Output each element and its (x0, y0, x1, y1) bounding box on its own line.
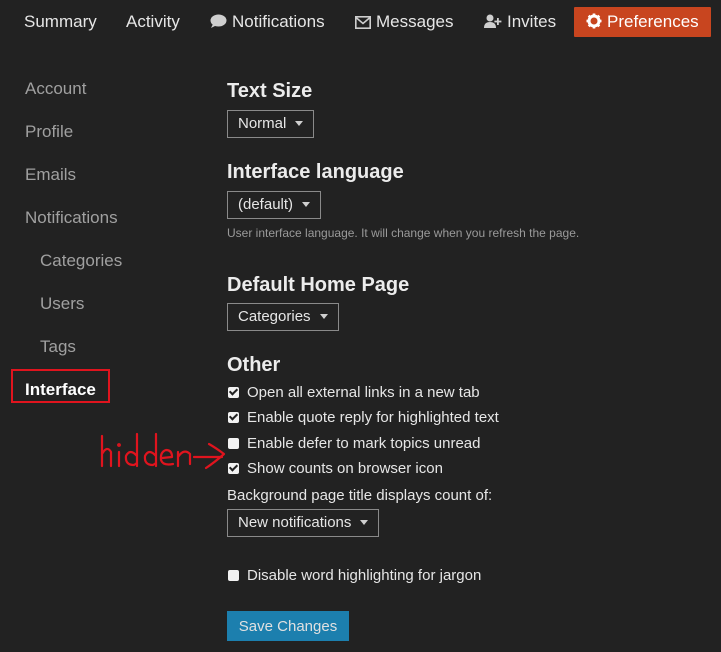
caret-down-icon (302, 202, 311, 207)
nav-summary[interactable]: Summary (24, 7, 97, 37)
checkbox-label: Disable word highlighting for jargon (247, 567, 482, 584)
language-value: (default) (238, 196, 294, 213)
sidebar-item-profile[interactable]: Profile (25, 122, 73, 142)
language-hint: User interface language. It will change … (227, 226, 580, 240)
home-page-heading: Default Home Page (227, 274, 410, 296)
nav-notifications[interactable]: Notifications (210, 7, 325, 37)
checkbox-row-external-links[interactable]: Open all external links in a new tab (228, 384, 480, 401)
title-count-label: Background page title displays count of: (227, 487, 493, 504)
checkbox-checked[interactable] (228, 412, 239, 423)
nav-activity-label: Activity (126, 12, 180, 31)
checkbox-label: Enable quote reply for highlighted text (247, 409, 499, 426)
nav-invites[interactable]: Invites (484, 7, 556, 37)
home-page-value: Categories (238, 308, 311, 325)
checkbox-unchecked[interactable] (228, 570, 239, 581)
checkbox-label: Show counts on browser icon (247, 460, 443, 477)
nav-summary-label: Summary (24, 12, 97, 31)
text-size-heading: Text Size (227, 80, 313, 102)
caret-down-icon (360, 520, 369, 525)
sidebar-item-categories[interactable]: Categories (40, 251, 122, 271)
checkbox-row-jargon[interactable]: Disable word highlighting for jargon (228, 567, 481, 584)
nav-messages-label: Messages (376, 12, 454, 31)
checkbox-row-quote-reply[interactable]: Enable quote reply for highlighted text (228, 409, 499, 426)
envelope-icon (355, 16, 371, 29)
sidebar-item-notifications[interactable]: Notifications (25, 208, 118, 228)
checkbox-checked[interactable] (228, 387, 239, 398)
hidden-annotation-drawing (100, 432, 226, 470)
title-count-select[interactable]: New notifications (227, 509, 380, 537)
handwritten-annotation (98, 430, 230, 477)
checkbox-row-browser-icon-counts[interactable]: Show counts on browser icon (228, 460, 443, 477)
nav-preferences[interactable]: Preferences (574, 7, 711, 37)
nav-preferences-label: Preferences (607, 12, 699, 31)
top-nav: Summary Activity Notifications Messages … (0, 0, 721, 46)
caret-down-icon (295, 121, 304, 126)
checkbox-label: Open all external links in a new tab (247, 384, 480, 401)
checkbox-row-defer-unread[interactable]: Enable defer to mark topics unread (228, 435, 480, 452)
sidebar-item-users[interactable]: Users (40, 294, 84, 314)
title-count-value: New notifications (238, 514, 352, 531)
checkbox-label: Enable defer to mark topics unread (247, 435, 481, 452)
other-heading: Other (227, 354, 281, 376)
gear-icon (586, 13, 602, 29)
nav-activity[interactable]: Activity (126, 7, 180, 37)
home-page-select[interactable]: Categories (227, 303, 339, 331)
text-size-select[interactable]: Normal (227, 110, 315, 138)
save-changes-button[interactable]: Save Changes (227, 611, 349, 641)
language-heading: Interface language (227, 161, 404, 183)
text-size-value: Normal (238, 115, 287, 132)
user-plus-icon (484, 14, 502, 28)
language-select[interactable]: (default) (227, 191, 322, 219)
sidebar-item-tags[interactable]: Tags (40, 337, 76, 357)
caret-down-icon (319, 314, 328, 319)
comment-icon (210, 14, 227, 28)
sidebar-item-emails[interactable]: Emails (25, 165, 76, 185)
nav-notifications-label: Notifications (232, 12, 325, 31)
nav-messages[interactable]: Messages (355, 7, 453, 37)
sidebar-item-account[interactable]: Account (25, 79, 86, 99)
nav-invites-label: Invites (507, 12, 557, 31)
highlight-box (11, 369, 110, 403)
